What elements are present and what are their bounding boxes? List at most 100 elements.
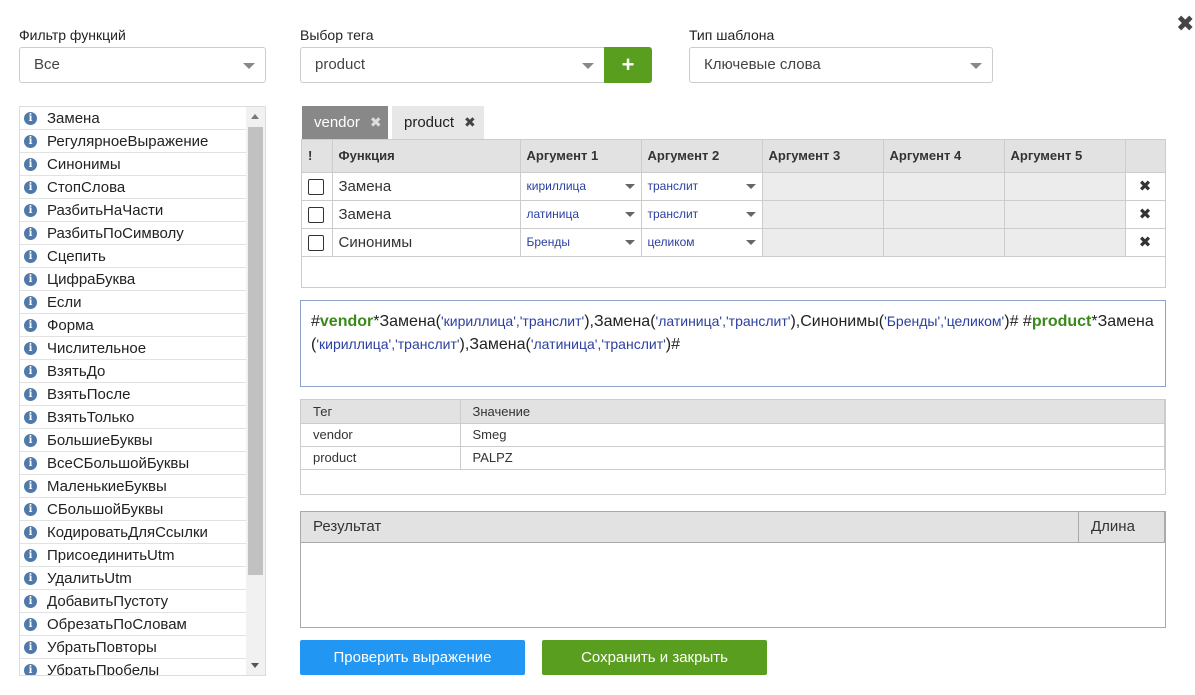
info-icon[interactable]: i [24, 479, 37, 493]
info-icon[interactable]: i [24, 617, 37, 631]
tag-select[interactable]: product [300, 47, 605, 83]
function-grid: ! Функция Аргумент 1 Аргумент 2 Аргумент… [301, 139, 1166, 288]
list-item[interactable]: i Сцепить [20, 245, 246, 268]
function-name: УбратьПовторы [47, 638, 157, 656]
list-item[interactable]: i УбратьПовторы [20, 636, 246, 659]
list-item[interactable]: i ВсеСБольшойБуквы [20, 452, 246, 475]
info-icon[interactable]: i [24, 410, 37, 424]
function-cell[interactable]: Синонимы [332, 228, 521, 257]
scrollbar-thumb[interactable] [248, 127, 263, 575]
close-icon[interactable]: ✖ [370, 114, 382, 130]
function-cell[interactable]: Замена [332, 200, 521, 229]
list-item[interactable]: i СтопСлова [20, 176, 246, 199]
list-item[interactable]: i КодироватьДляСсылки [20, 521, 246, 544]
info-icon[interactable]: i [24, 295, 37, 309]
list-item[interactable]: i Синонимы [20, 153, 246, 176]
info-icon[interactable]: i [24, 180, 37, 194]
tab-vendor[interactable]: vendor ✖ [302, 106, 388, 139]
info-icon[interactable]: i [24, 341, 37, 355]
scroll-down-icon[interactable] [251, 663, 259, 668]
info-icon[interactable]: i [24, 502, 37, 516]
info-icon[interactable]: i [24, 456, 37, 470]
row-checkbox[interactable] [308, 206, 324, 223]
info-icon[interactable]: i [24, 134, 37, 148]
list-item[interactable]: i ВзятьДо [20, 360, 246, 383]
list-item[interactable]: i ОбрезатьПоСловам [20, 613, 246, 636]
save-and-close-button[interactable]: Сохранить и закрыть [542, 640, 767, 675]
list-item[interactable]: i ДобавитьПустоту [20, 590, 246, 613]
function-cell[interactable]: Замена [332, 172, 521, 201]
list-item[interactable]: i Если [20, 291, 246, 314]
chevron-down-icon [582, 63, 594, 69]
header-function: Функция [332, 140, 521, 173]
delete-row-icon[interactable]: ✖ [1125, 172, 1166, 201]
function-name: БольшиеБуквы [47, 431, 153, 449]
list-item[interactable]: i ВзятьТолько [20, 406, 246, 429]
arg2-select[interactable]: транслит [641, 172, 763, 201]
info-icon[interactable]: i [24, 571, 37, 585]
row-checkbox[interactable] [308, 234, 324, 251]
function-list-scrollbar[interactable] [246, 107, 265, 675]
add-tag-button[interactable]: + [604, 47, 652, 83]
list-item[interactable]: i РазбитьПоСимволу [20, 222, 246, 245]
list-item[interactable]: i РазбитьНаЧасти [20, 199, 246, 222]
info-icon[interactable]: i [24, 318, 37, 332]
function-name: УбратьПробелы [47, 661, 160, 676]
arg2-select[interactable]: целиком [641, 228, 763, 257]
list-item[interactable]: i РегулярноеВыражение [20, 130, 246, 153]
list-item[interactable]: i ВзятьПосле [20, 383, 246, 406]
info-icon[interactable]: i [24, 226, 37, 240]
function-name: ВзятьДо [47, 362, 106, 380]
info-icon[interactable]: i [24, 157, 37, 171]
info-icon[interactable]: i [24, 203, 37, 217]
info-icon[interactable]: i [24, 594, 37, 608]
info-icon[interactable]: i [24, 640, 37, 654]
value-cell[interactable]: Smeg [460, 423, 1165, 447]
info-icon[interactable]: i [24, 433, 37, 447]
delete-row-icon[interactable]: ✖ [1125, 228, 1166, 257]
list-item[interactable]: i ПрисоединитьUtm [20, 544, 246, 567]
list-item[interactable]: i БольшиеБуквы [20, 429, 246, 452]
check-expression-button[interactable]: Проверить выражение [300, 640, 525, 675]
expression-argument: 'латиница','транслит' [530, 336, 666, 352]
list-item[interactable]: i МаленькиеБуквы [20, 475, 246, 498]
function-name: Форма [47, 316, 94, 334]
info-icon[interactable]: i [24, 548, 37, 562]
list-item[interactable]: i Замена [20, 107, 246, 130]
info-icon[interactable]: i [24, 364, 37, 378]
delete-row-icon[interactable]: ✖ [1125, 200, 1166, 229]
arg5-cell [1004, 200, 1126, 229]
arg1-select[interactable]: латиница [520, 200, 642, 229]
arg1-select[interactable]: кириллица [520, 172, 642, 201]
close-icon[interactable]: ✖ [1176, 13, 1194, 35]
expression-text: ),Замена( [584, 313, 656, 330]
info-icon[interactable]: i [24, 249, 37, 263]
list-item[interactable]: i Числительное [20, 337, 246, 360]
info-icon[interactable]: i [24, 111, 37, 125]
arg1-select[interactable]: Бренды [520, 228, 642, 257]
expression-argument: 'кириллица','транслит' [441, 313, 585, 329]
info-icon[interactable]: i [24, 663, 37, 675]
info-icon[interactable]: i [24, 387, 37, 401]
list-item[interactable]: i Форма [20, 314, 246, 337]
close-icon[interactable]: ✖ [464, 114, 476, 130]
template-type-select[interactable]: Ключевые слова [689, 47, 993, 83]
arg4-cell [883, 172, 1005, 201]
value-cell[interactable]: PALPZ [460, 446, 1165, 470]
list-item[interactable]: i СБольшойБуквы [20, 498, 246, 521]
chevron-down-icon [624, 183, 635, 189]
arg2-select[interactable]: транслит [641, 200, 763, 229]
info-icon[interactable]: i [24, 525, 37, 539]
function-list[interactable]: i Замена i РегулярноеВыражение i Синонимы i Сто… [19, 106, 266, 676]
tag-table-header: Тег Значение [301, 400, 1165, 424]
arg2-value: целиком [647, 235, 695, 249]
list-item[interactable]: i ЦифраБуква [20, 268, 246, 291]
expression-editor[interactable]: #vendor*Замена('кириллица','транслит'),З… [300, 300, 1166, 387]
tab-product[interactable]: product ✖ [392, 106, 484, 139]
list-item[interactable]: i УдалитьUtm [20, 567, 246, 590]
row-checkbox[interactable] [308, 178, 324, 195]
info-icon[interactable]: i [24, 272, 37, 286]
list-item[interactable]: i УбратьПробелы [20, 659, 246, 676]
scroll-up-icon[interactable] [251, 114, 259, 119]
function-filter-select[interactable]: Все [19, 47, 266, 83]
